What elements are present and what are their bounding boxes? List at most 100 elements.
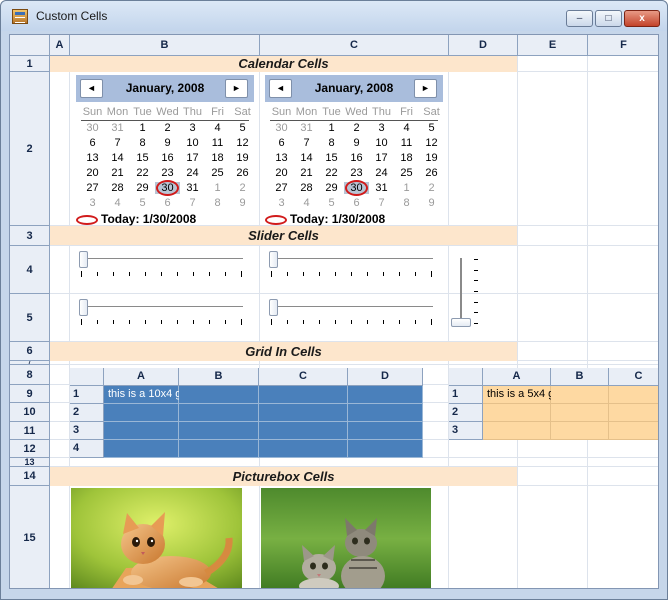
calendar-day[interactable]: 10 [180, 137, 205, 149]
calendar-day[interactable]: 18 [394, 152, 419, 164]
calendar-day[interactable]: 3 [269, 197, 294, 209]
calendar-day[interactable]: 16 [155, 152, 180, 164]
inner-grid-cell[interactable] [609, 404, 658, 422]
calendar-day[interactable]: 4 [105, 197, 130, 209]
calendar-day[interactable]: 3 [80, 197, 105, 209]
inner-grid-cell[interactable] [179, 386, 259, 404]
vertical-slider-cell-d4[interactable] [450, 255, 480, 331]
calendar-day[interactable]: 26 [419, 167, 444, 179]
row-header-2[interactable]: 2 [10, 72, 50, 226]
column-header-f[interactable]: F [588, 35, 658, 56]
select-all-corner[interactable] [10, 35, 50, 56]
row-header-4[interactable]: 4 [10, 246, 50, 294]
row-header-6[interactable]: 6 [10, 342, 50, 361]
inner-grid-cell[interactable] [259, 440, 348, 458]
inner-row-header[interactable]: 1 [449, 386, 483, 404]
calendar-day[interactable]: 9 [230, 197, 255, 209]
calendar-day[interactable]: 28 [294, 182, 319, 194]
calendar-day[interactable]: 30 [80, 122, 105, 134]
calendar-day[interactable]: 24 [180, 167, 205, 179]
calendar-day[interactable]: 12 [419, 137, 444, 149]
calendar-day[interactable]: 2 [419, 182, 444, 194]
row-header-15[interactable]: 15 [10, 486, 50, 588]
inner-grid-5x4[interactable]: A B C 1 this is a 5x4 grid 2 3 [449, 368, 658, 440]
inner-row-header[interactable]: 2 [449, 404, 483, 422]
title-bar[interactable]: Custom Cells – □ x [1, 1, 667, 31]
calendar-day[interactable]: 14 [105, 152, 130, 164]
row-header-1[interactable]: 1 [10, 56, 50, 72]
inner-row-header[interactable]: 3 [70, 422, 104, 440]
inner-grid-cell[interactable] [104, 440, 179, 458]
inner-column-header[interactable]: C [259, 368, 348, 386]
calendar-day[interactable]: 25 [394, 167, 419, 179]
calendar-day[interactable]: 11 [205, 137, 230, 149]
calendar-day[interactable]: 31 [294, 122, 319, 134]
calendar-day[interactable]: 26 [230, 167, 255, 179]
calendar-day[interactable]: 3 [369, 122, 394, 134]
calendar-day[interactable]: 14 [294, 152, 319, 164]
inner-grid-cell[interactable] [104, 422, 179, 440]
calendar-day[interactable]: 9 [155, 137, 180, 149]
slider-cell-c4[interactable] [267, 250, 437, 280]
inner-column-header[interactable]: A [104, 368, 179, 386]
calendar-day[interactable]: 8 [130, 137, 155, 149]
inner-column-header[interactable]: A [483, 368, 551, 386]
spreadsheet-grid[interactable]: A B C D E F 1 2 3 4 5 6 7 8 9 10 11 12 1… [9, 34, 659, 589]
calendar-day[interactable]: 8 [319, 137, 344, 149]
calendar-day[interactable]: 5 [419, 122, 444, 134]
calendar-day[interactable]: 27 [80, 182, 105, 194]
calendar-day[interactable]: 31 [369, 182, 394, 194]
calendar-day[interactable]: 7 [369, 197, 394, 209]
selected-day[interactable]: 30 [344, 180, 369, 196]
calendar-day[interactable]: 17 [180, 152, 205, 164]
calendar-day[interactable]: 7 [294, 137, 319, 149]
calendar-day[interactable]: 2 [230, 182, 255, 194]
calendar-day[interactable]: 4 [205, 122, 230, 134]
inner-grid-cell[interactable] [551, 422, 609, 440]
calendar-day[interactable]: 6 [344, 197, 369, 209]
inner-grid-corner[interactable] [70, 368, 104, 386]
today-link[interactable]: Today: 1/30/2008 [265, 211, 443, 227]
calendar-day[interactable]: 31 [180, 182, 205, 194]
selected-day[interactable]: 30 [155, 180, 180, 196]
inner-grid-cell[interactable] [259, 404, 348, 422]
prev-month-button[interactable]: ◄ [80, 79, 103, 98]
calendar-day[interactable]: 15 [319, 152, 344, 164]
calendar-day[interactable]: 5 [230, 122, 255, 134]
inner-grid-cell[interactable] [348, 422, 423, 440]
inner-grid-cell[interactable] [179, 422, 259, 440]
inner-grid-cell[interactable]: this is a 5x4 grid [483, 386, 566, 404]
inner-grid-cell[interactable] [259, 422, 348, 440]
column-header-c[interactable]: C [260, 35, 449, 56]
next-month-button[interactable]: ► [414, 79, 437, 98]
calendar-day[interactable]: 19 [230, 152, 255, 164]
slider-cell-c5[interactable] [267, 298, 437, 328]
slider-thumb[interactable] [79, 251, 88, 268]
inner-row-header[interactable]: 3 [449, 422, 483, 440]
calendar-day[interactable]: 4 [394, 122, 419, 134]
calendar-day[interactable]: 21 [294, 167, 319, 179]
column-header-a[interactable]: A [50, 35, 70, 56]
inner-column-header[interactable]: D [348, 368, 423, 386]
row-header-12[interactable]: 12 [10, 440, 50, 458]
calendar-day[interactable]: 23 [155, 167, 180, 179]
inner-grid-cell[interactable] [259, 386, 348, 404]
row-header-10[interactable]: 10 [10, 403, 50, 422]
inner-column-header[interactable]: C [609, 368, 658, 386]
calendar-day[interactable]: 5 [319, 197, 344, 209]
column-header-b[interactable]: B [70, 35, 260, 56]
slider-cell-b5[interactable] [77, 298, 247, 328]
calendar-day[interactable]: 28 [105, 182, 130, 194]
slider-cell-b4[interactable] [77, 250, 247, 280]
calendar-day[interactable]: 1 [319, 122, 344, 134]
calendar-day[interactable]: 20 [269, 167, 294, 179]
calendar-day[interactable]: 16 [344, 152, 369, 164]
inner-grid-cell[interactable] [348, 404, 423, 422]
inner-column-header[interactable]: B [551, 368, 609, 386]
row-header-5[interactable]: 5 [10, 294, 50, 342]
row-header-13[interactable]: 13 [10, 458, 50, 467]
inner-grid-cell[interactable] [483, 422, 551, 440]
inner-grid-cell[interactable] [179, 440, 259, 458]
calendar-day[interactable]: 15 [130, 152, 155, 164]
inner-grid-cell[interactable] [179, 404, 259, 422]
